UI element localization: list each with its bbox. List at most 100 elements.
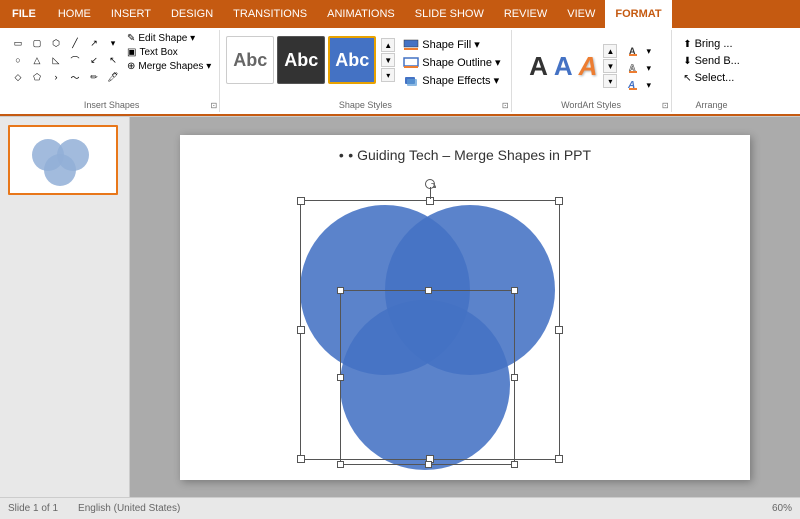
send-label: Send B... (695, 55, 740, 67)
slide-canvas[interactable]: • • Guiding Tech – Merge Shapes in PPT (180, 135, 750, 480)
text-effects-icon: A (627, 79, 643, 91)
shape-chevron[interactable]: › (48, 70, 64, 84)
tab-review[interactable]: REVIEW (494, 0, 557, 28)
wordart-commands: A ▾ A ▾ A ▾ (623, 43, 655, 93)
wordart-scroll-down[interactable]: ▼ (603, 59, 617, 73)
shape-arrow[interactable]: ↗ (86, 36, 102, 50)
text-box-label: Text Box (139, 47, 177, 58)
wordart-scroll-up[interactable]: ▲ (603, 44, 617, 58)
tab-slideshow[interactable]: SLIDE SHOW (405, 0, 494, 28)
send-backward-button[interactable]: ⬇ Send B... (679, 53, 744, 69)
text-effects-button[interactable]: A ▾ (623, 77, 655, 93)
canvas-area: • • Guiding Tech – Merge Shapes in PPT (130, 117, 800, 497)
shape-rtriangle[interactable]: ◺ (48, 53, 64, 67)
wordart-a3[interactable]: A (577, 51, 600, 82)
style-btn-3-label: Abc (335, 50, 369, 71)
tab-transitions[interactable]: TRANSITIONS (223, 0, 317, 28)
style-btn-1[interactable]: Abc (226, 36, 274, 84)
wordart-a2[interactable]: A (552, 51, 575, 82)
edit-shape-button[interactable]: ✎ Edit Shape ▾ (125, 32, 213, 45)
shape-outline-button[interactable]: Shape Outline ▾ (399, 54, 504, 71)
wordart-content: A A A ▲ ▼ ▾ A ▾ (527, 36, 655, 110)
slide-thumbnail[interactable] (8, 125, 118, 195)
text-effects-label: ▾ (646, 80, 651, 91)
slide-title: • Guiding Tech – Merge Shapes in PPT (348, 147, 591, 163)
shape-styles-expand[interactable]: ⊡ (502, 101, 509, 110)
text-fill-button[interactable]: A ▾ (623, 43, 655, 59)
group-shape-styles: Abc Abc Abc ▲ ▼ ▾ (220, 30, 511, 112)
style-scroll-more[interactable]: ▾ (381, 68, 395, 82)
tab-design[interactable]: DESIGN (161, 0, 223, 28)
shape-fill-icon (403, 39, 419, 51)
shape-styles-label: Shape Styles (220, 100, 510, 110)
shape-connector[interactable]: ↙ (86, 53, 102, 67)
shape-curve[interactable]: ⌒ (67, 53, 83, 67)
style-buttons: Abc Abc Abc ▲ ▼ ▾ (226, 36, 395, 84)
insert-shapes-content: ▭ ▢ ⬡ ╱ ↗ ▾ ○ △ ◺ ⌒ ↙ ↖ ◇ ⬠ › (10, 32, 213, 110)
text-outline-button[interactable]: A ▾ (623, 60, 655, 76)
shape-fill-button[interactable]: Shape Fill ▾ (399, 36, 504, 53)
style-btn-3[interactable]: Abc (328, 36, 376, 84)
slide-title-area: • • Guiding Tech – Merge Shapes in PPT (180, 147, 750, 165)
merge-shapes-button[interactable]: ⊕ Merge Shapes ▾ (125, 60, 213, 73)
select-button[interactable]: ↖ Select... (679, 70, 738, 86)
text-fill-icon: A (627, 45, 643, 57)
language: English (United States) (78, 503, 180, 514)
shape-outline-icon (403, 57, 419, 69)
merge-shapes-label: Merge Shapes ▾ (138, 61, 211, 72)
group-arrange: ⬆ Bring ... ⬇ Send B... ↖ Select... Arra… (672, 30, 752, 112)
wordart-label: WordArt Styles (512, 100, 671, 110)
select-label: Select... (695, 72, 735, 84)
merge-shapes-icon: ⊕ (127, 61, 135, 72)
text-box-button[interactable]: ▣ Text Box (125, 46, 213, 59)
slide-panel (0, 117, 130, 497)
zoom-level: 60% (772, 503, 792, 514)
shape-connector2[interactable]: ↖ (105, 53, 121, 67)
style-btn-1-label: Abc (233, 50, 267, 71)
shape-styles-content: Abc Abc Abc ▲ ▼ ▾ (226, 32, 504, 110)
shapes-grid: ▭ ▢ ⬡ ╱ ↗ ▾ ○ △ ◺ ⌒ ↙ ↖ ◇ ⬠ › (10, 36, 123, 86)
style-btn-2[interactable]: Abc (277, 36, 325, 84)
shape-wavy[interactable]: 〜 (67, 70, 83, 84)
edit-shape-items: ✎ Edit Shape ▾ ▣ Text Box ⊕ Merge Shapes… (125, 32, 213, 73)
style-scroll: ▲ ▼ ▾ (381, 38, 395, 82)
style-scroll-up[interactable]: ▲ (381, 38, 395, 52)
send-icon: ⬇ (683, 56, 691, 67)
wordart-expand[interactable]: ⊡ (662, 101, 669, 110)
shape-line[interactable]: ╱ (67, 36, 83, 50)
tab-insert[interactable]: INSERT (101, 0, 161, 28)
shape-fill-label: Shape Fill ▾ (422, 38, 480, 51)
shape-effects-icon (403, 75, 419, 87)
tab-file[interactable]: FILE (0, 0, 48, 28)
ribbon-content: ▭ ▢ ⬡ ╱ ↗ ▾ ○ △ ◺ ⌒ ↙ ↖ ◇ ⬠ › (0, 28, 800, 116)
edit-shape-label: Edit Shape ▾ (138, 33, 195, 44)
shape-diamond[interactable]: ◇ (10, 70, 26, 84)
text-fill-label: ▾ (646, 46, 651, 57)
shape-rounded-rect[interactable]: ▢ (29, 36, 45, 50)
shape-circle[interactable]: ○ (10, 53, 26, 67)
shape-more[interactable]: ▾ (105, 36, 121, 50)
style-btn-2-label: Abc (284, 50, 318, 71)
shape-effects-button[interactable]: Shape Effects ▾ (399, 72, 504, 89)
wordart-scroll: ▲ ▼ ▾ (603, 44, 617, 88)
wordart-a1[interactable]: A (527, 51, 550, 82)
arrange-label: Arrange (672, 100, 752, 110)
insert-shapes-expand[interactable]: ⊡ (211, 101, 218, 110)
bring-label: Bring ... (695, 38, 733, 50)
shape-rect[interactable]: ▭ (10, 36, 26, 50)
tab-animations[interactable]: ANIMATIONS (317, 0, 405, 28)
bring-forward-button[interactable]: ⬆ Bring ... (679, 36, 736, 52)
shape-triangle[interactable]: △ (29, 53, 45, 67)
tab-format[interactable]: FORMAT (605, 0, 671, 28)
tab-view[interactable]: VIEW (557, 0, 605, 28)
tab-home[interactable]: HOME (48, 0, 101, 28)
shape-scribble[interactable]: 🖊 (105, 70, 121, 84)
shape-freeform[interactable]: ✏ (86, 70, 102, 84)
wordart-scroll-more[interactable]: ▾ (603, 74, 617, 88)
shape-pentagon[interactable]: ⬠ (29, 70, 45, 84)
text-outline-label: ▾ (646, 63, 651, 74)
slide-count: Slide 1 of 1 (8, 503, 58, 514)
edit-shape-icon: ✎ (127, 33, 135, 44)
style-scroll-down[interactable]: ▼ (381, 53, 395, 67)
shape-snip-rect[interactable]: ⬡ (48, 36, 64, 50)
